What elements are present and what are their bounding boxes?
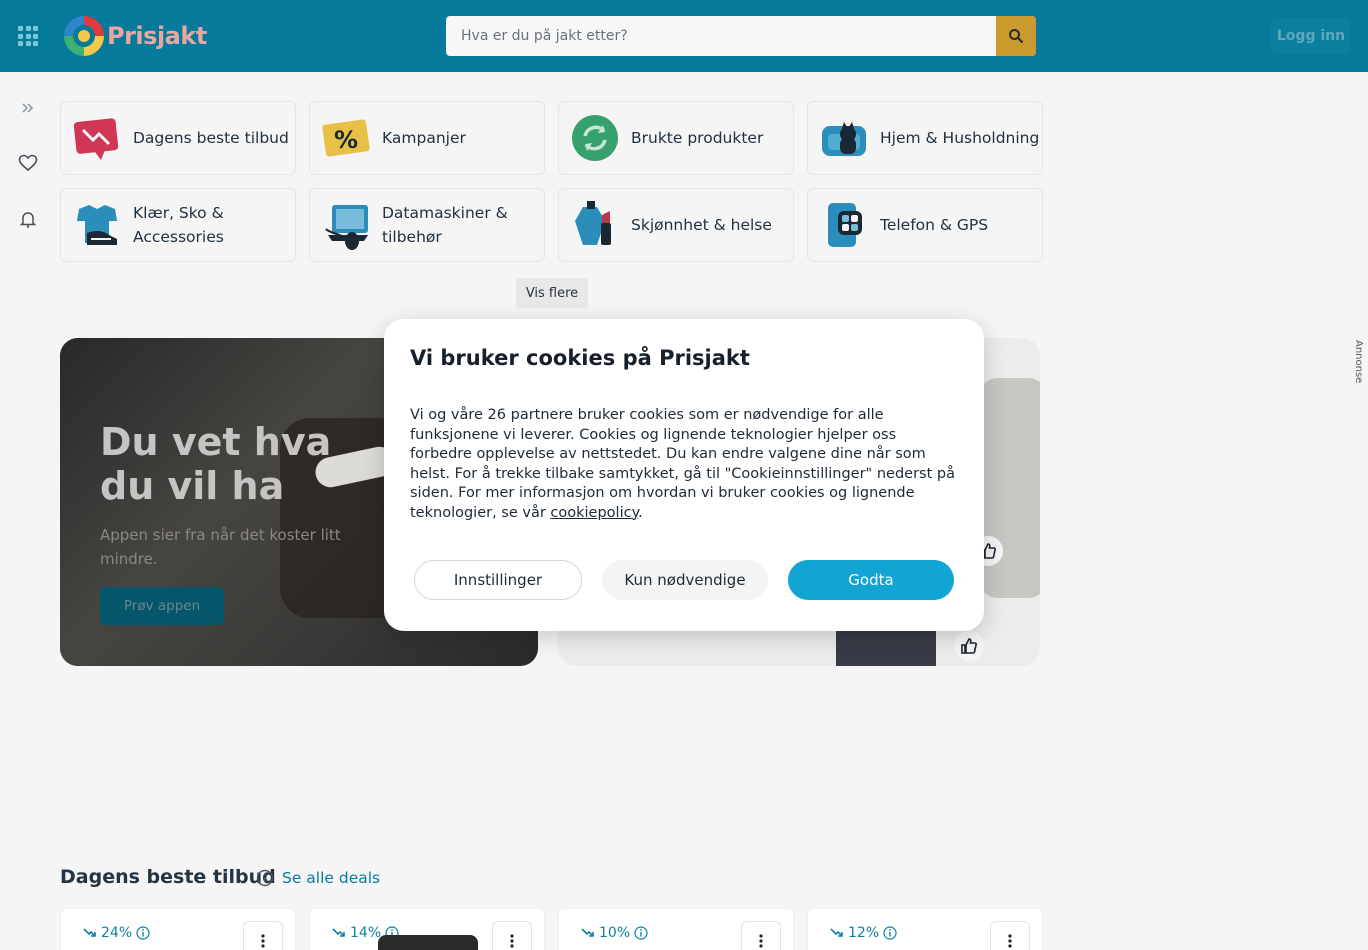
info-icon[interactable] xyxy=(256,869,274,891)
category-dagens-beste-tilbud[interactable]: Dagens beste tilbud xyxy=(60,101,296,175)
search-icon xyxy=(1009,29,1024,44)
login-button[interactable]: Logg inn xyxy=(1271,18,1351,54)
info-icon[interactable] xyxy=(883,926,897,940)
trending-down-icon xyxy=(332,928,345,937)
show-more-button[interactable]: Vis flere xyxy=(516,278,588,308)
category-hjem-husholdning[interactable]: Hjem & Husholdning xyxy=(807,101,1043,175)
category-label: Dagens beste tilbud xyxy=(133,129,289,147)
bell-icon[interactable] xyxy=(17,208,39,230)
deal-discount-value: 14% xyxy=(350,925,382,941)
search-bar xyxy=(446,16,1036,56)
category-label: Hjem & Husholdning xyxy=(880,129,1040,147)
deal-card[interactable]: 14% xyxy=(309,908,545,950)
svg-text:%: % xyxy=(334,126,358,154)
trending-down-icon xyxy=(83,928,96,937)
logo[interactable]: Prisjakt xyxy=(64,16,207,56)
category-skjonnhet-helse[interactable]: Skjønnhet & helse xyxy=(558,188,794,262)
category-kampanjer[interactable]: % Kampanjer xyxy=(309,101,545,175)
smartphone-icon xyxy=(828,203,862,247)
promo-title: Du vet hva du vil ha xyxy=(100,420,332,508)
category-label: Datamaskiner & tilbehør xyxy=(382,204,508,246)
ad-label: Annonse xyxy=(1353,340,1364,384)
trending-down-icon xyxy=(581,928,594,937)
logo-text: Prisjakt xyxy=(107,22,207,50)
cookie-dialog-body: Vi og våre 26 partnere bruker cookies so… xyxy=(410,406,962,523)
search-input[interactable] xyxy=(446,16,996,56)
logo-mark-icon xyxy=(64,16,104,56)
deal-card[interactable]: 10% xyxy=(558,908,794,950)
deal-card[interactable]: 24% xyxy=(60,908,296,950)
category-label: Brukte produkter xyxy=(631,129,764,147)
cookie-policy-link[interactable]: cookiepolicy xyxy=(550,505,638,521)
apps-grid-icon[interactable] xyxy=(18,26,38,46)
more-options-button[interactable] xyxy=(243,921,283,950)
kebab-menu-icon xyxy=(1008,934,1012,948)
tshirt-shoe-icon xyxy=(77,205,117,245)
cookie-dialog-title: Vi bruker cookies på Prisjakt xyxy=(410,346,750,370)
more-options-button[interactable] xyxy=(990,921,1030,950)
necessary-only-button[interactable]: Kun nødvendige xyxy=(602,560,768,600)
kebab-menu-icon xyxy=(510,934,514,948)
deal-discount: 12% xyxy=(830,925,897,941)
deals-section-title: Dagens beste tilbud xyxy=(60,866,276,888)
accept-cookies-button[interactable]: Godta xyxy=(788,560,954,600)
category-label: Telefon & GPS xyxy=(880,216,989,234)
product-image xyxy=(378,935,478,950)
percent-tag-icon: % xyxy=(322,119,370,157)
trending-down-icon xyxy=(830,928,843,937)
deal-discount: 24% xyxy=(83,925,150,941)
deal-discount-value: 12% xyxy=(848,925,880,941)
more-options-button[interactable] xyxy=(492,921,532,950)
cookie-consent-dialog: Vi bruker cookies på Prisjakt Vi og våre… xyxy=(384,319,984,631)
category-label: Skjønnhet & helse xyxy=(631,216,772,234)
category-klaer-sko-accessories[interactable]: Klær, Sko & Accessories xyxy=(60,188,296,262)
info-icon[interactable] xyxy=(136,926,150,940)
try-app-button[interactable]: Prøv appen xyxy=(100,587,224,625)
thumbs-up-icon[interactable] xyxy=(954,631,984,661)
deal-discount-value: 24% xyxy=(101,925,133,941)
expand-sidebar-icon[interactable] xyxy=(17,97,39,119)
search-button[interactable] xyxy=(996,16,1036,56)
deal-card[interactable]: 12% xyxy=(807,908,1043,950)
info-icon[interactable] xyxy=(634,926,648,940)
armchair-cat-icon xyxy=(822,122,866,156)
see-all-deals-link[interactable]: Se alle deals xyxy=(282,869,380,887)
heart-icon[interactable] xyxy=(17,152,39,174)
top-bar: Prisjakt Logg inn xyxy=(0,0,1368,72)
more-options-button[interactable] xyxy=(741,921,781,950)
category-brukte-produkter[interactable]: Brukte produkter xyxy=(558,101,794,175)
cookie-settings-button[interactable]: Innstillinger xyxy=(414,560,582,600)
trending-down-tag-icon xyxy=(73,118,119,160)
kebab-menu-icon xyxy=(261,934,265,948)
category-label: Klær, Sko & Accessories xyxy=(133,204,224,246)
cookie-body-text: Vi og våre 26 partnere bruker cookies so… xyxy=(410,407,955,521)
recycle-icon xyxy=(572,115,618,161)
deal-discount: 10% xyxy=(581,925,648,941)
perfume-lipstick-icon xyxy=(575,201,611,245)
category-label: Kampanjer xyxy=(382,129,466,147)
promo-subtitle: Appen sier fra når det koster litt mindr… xyxy=(100,526,341,568)
kebab-menu-icon xyxy=(759,934,763,948)
laptop-mouse-icon xyxy=(325,205,368,250)
deal-discount-value: 10% xyxy=(599,925,631,941)
category-datamaskiner-tilbehor[interactable]: Datamaskiner & tilbehør xyxy=(309,188,545,262)
cookie-body-end: . xyxy=(638,504,643,521)
category-telefon-gps[interactable]: Telefon & GPS xyxy=(807,188,1043,262)
